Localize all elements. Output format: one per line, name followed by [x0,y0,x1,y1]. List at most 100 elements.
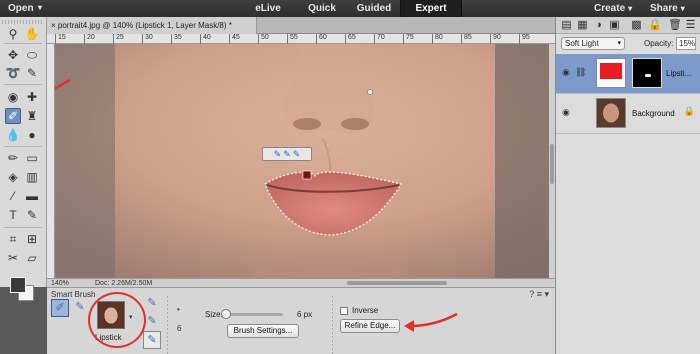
ruler-tick-label: 35 [171,34,182,44]
layers-panel: ▤ ▦ ◑ ▣ ▩ 🔒 🗑 ☰ Soft Light ▾ Opacity: 15%… [555,17,700,354]
panel-menu-icon[interactable]: ☰ [684,19,697,32]
smart-brush-mode-button[interactable]: ✐ [51,299,69,317]
document-tab[interactable]: × portrait4.jpg @ 140% (Lipstick 1, Laye… [47,17,257,34]
size-slider-knob[interactable] [221,309,231,319]
layers-toolbar: ▤ ▦ ◑ ▣ ▩ 🔒 🗑 ☰ [556,17,700,34]
lock-transparent-icon[interactable]: ▩ [630,19,643,32]
opacity-field[interactable]: 15% [676,37,696,50]
crop-tool-icon[interactable]: ⌗ [5,231,21,247]
ruler-tick-label: 25 [113,34,124,44]
brush-mode-toolbar: ✎ ✎ ✎ [262,147,312,161]
paint-bucket-tool-icon[interactable]: ◈ [5,169,21,185]
ruler-tick-label: 40 [200,34,211,44]
layer-thumbnail [596,58,626,88]
ruler-tick-label: 75 [403,34,414,44]
content-aware-move-tool-icon[interactable]: ✂ [5,250,21,266]
layer-mask-icon[interactable]: ▣ [608,19,621,32]
document-tab-bar: × portrait4.jpg @ 140% (Lipstick 1, Laye… [47,17,555,34]
subtract-selection-brush-icon[interactable]: ✎ [293,149,301,160]
spot-healing-tool-icon[interactable]: ✚ [24,89,40,105]
ruler-tick-label: 20 [84,34,95,44]
lock-all-icon[interactable]: 🔒 [648,19,662,32]
eyedropper-tool-icon[interactable]: ⁄ [5,188,21,204]
pencil-tool-icon[interactable]: ✎ [24,207,40,223]
inverse-label: Inverse [352,306,379,315]
sponge-tool-icon[interactable]: ● [24,127,40,143]
layer-thumbnail [596,98,626,128]
move-tool-icon[interactable]: ✥ [5,47,21,63]
hand-tool-icon[interactable]: ✋ [24,26,40,42]
size-value[interactable]: 6 px [297,310,312,319]
new-selection-brush-icon[interactable]: ✎ [274,149,282,160]
options-help-icon[interactable]: ? ≡ ▾ [529,289,549,300]
vertical-scroll-thumb[interactable] [550,144,554,184]
adjustment-layer-icon[interactable]: ◑ [592,19,605,32]
mode-guided[interactable]: Guided [350,0,398,17]
quick-selection-tool-icon[interactable]: ✎ [24,65,40,81]
detail-smart-brush-button[interactable]: ✎ [71,299,89,317]
ruler-tick-label: 15 [55,34,66,44]
blur-tool-icon[interactable]: 💧 [5,127,21,143]
new-group-icon[interactable]: ▦ [576,19,589,32]
gradient-tool-icon[interactable]: ▥ [24,169,40,185]
image-canvas[interactable]: ✎ ✎ ✎ [55,44,549,278]
subtract-selection-brush-icon[interactable]: ✎ [143,331,161,349]
ruler-tick-label: 50 [258,34,269,44]
delete-layer-icon[interactable]: 🗑 [668,19,682,32]
brush-tool-icon[interactable]: ✏ [5,150,21,166]
new-selection-brush-icon[interactable]: ✎ [143,295,161,313]
red-eye-tool-icon[interactable]: ◉ [5,89,21,105]
layer-mask-thumbnail[interactable] [632,58,662,88]
toolbox-divider [4,146,42,147]
mode-elive[interactable]: eLive [248,0,288,17]
size-slider-track[interactable] [223,313,283,316]
document-title: portrait4.jpg @ 140% (Lipstick 1, Layer … [57,21,232,30]
share-button[interactable]: Share ▾ [650,3,685,14]
zoom-tool-icon[interactable]: ⚲ [5,26,21,42]
layer-row-background[interactable]: ◉ Background 🔒 [556,94,700,134]
ruler-tick-label: 70 [374,34,385,44]
marquee-tool-icon[interactable]: ⬭ [24,47,40,63]
status-bar: 140% Doc: 2.26M/2.50M [47,278,555,287]
brush-settings-button[interactable]: Brush Settings... [227,324,299,338]
vertical-ruler [47,44,55,278]
ruler-tick-label: 55 [287,34,298,44]
ruler-tick-label: 80 [432,34,443,44]
straighten-tool-icon[interactable]: ▱ [24,250,40,266]
foreground-color-swatch[interactable] [10,277,26,293]
horizontal-scroll-thumb[interactable] [347,281,447,285]
top-menu-bar: Open ▾ eLive Quick Guided Expert Create ▾… [0,0,700,17]
lock-icon[interactable]: 🔒 [684,106,695,117]
smart-brush-tool-icon[interactable]: ✐ [5,108,21,124]
lasso-tool-icon[interactable]: ➰ [5,65,21,81]
clone-stamp-tool-icon[interactable]: ♜ [24,108,40,124]
mode-expert[interactable]: Expert [400,0,462,17]
create-button[interactable]: Create ▾ [594,3,632,14]
inverse-checkbox[interactable] [340,307,348,315]
layer-link-icon[interactable]: ⛓ [575,67,586,78]
custom-shape-tool-icon[interactable]: ▬ [24,188,40,204]
toolbox-divider [4,227,42,228]
horizontal-ruler: 15 20 25 30 35 40 45 50 55 60 65 70 75 80 85 90 95 [47,34,555,44]
blend-mode-select[interactable]: Soft Light ▾ [561,37,625,50]
eraser-tool-icon[interactable]: ▭ [24,150,40,166]
layer-name[interactable]: Background [632,109,675,118]
add-selection-brush-icon[interactable]: ✎ [283,149,291,160]
mode-quick[interactable]: Quick [302,0,342,17]
open-button[interactable]: Open [8,3,34,14]
visibility-eye-icon[interactable]: ◉ [562,67,570,78]
toolbox-grip[interactable] [2,20,44,24]
annotation-arrow-tool [55,78,71,91]
new-layer-icon[interactable]: ▤ [560,19,573,32]
recompose-tool-icon[interactable]: ⊞ [24,231,40,247]
chevron-down-icon: ▾ [617,40,621,47]
open-dropdown-icon[interactable]: ▾ [38,3,42,12]
layer-name[interactable]: Lipsti... [666,69,691,78]
ruler-tick-label: 85 [461,34,472,44]
refine-edge-button[interactable]: Refine Edge... [340,319,400,333]
layer-row-lipstick[interactable]: ◉ ⛓ Lipsti... [556,54,700,94]
visibility-eye-icon[interactable]: ◉ [562,107,570,118]
toolbox: ⚲ ✋ ✥ ⬭ ➰ ✎ ◉ ✚ ✐ ♜ 💧 ● ✏ ▭ ◈ ▥ ⁄ ▬ T ✎ … [0,17,47,287]
type-tool-icon[interactable]: T [5,207,21,223]
close-tab-icon[interactable]: × [51,21,56,30]
